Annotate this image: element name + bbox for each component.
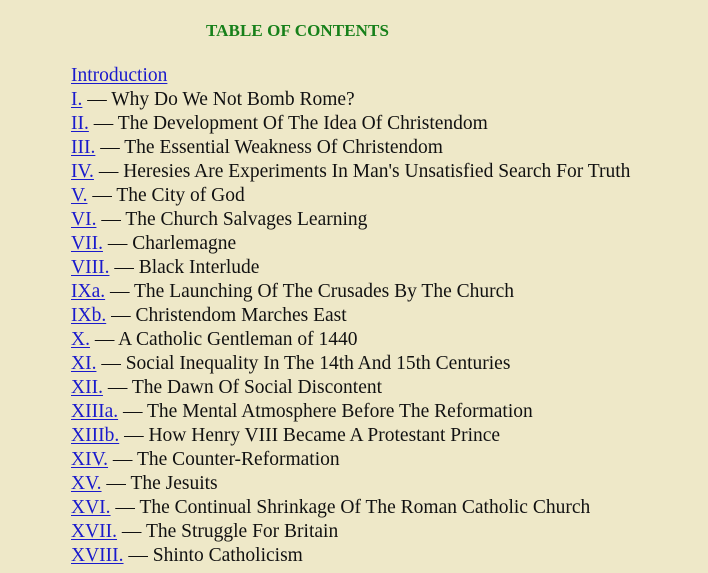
- em-dash-separator: —: [119, 425, 149, 446]
- chapter-link[interactable]: XII.: [71, 377, 103, 398]
- toc-entry: IXb. — Christendom Marches East: [71, 304, 630, 328]
- toc-entry: XI. — Social Inequality In The 14th And …: [71, 352, 630, 376]
- em-dash-separator: —: [102, 377, 132, 398]
- toc-entry: XIIIb. — How Henry VIII Became A Protest…: [71, 424, 630, 448]
- em-dash-separator: —: [110, 497, 140, 518]
- chapter-title: The Continual Shrinkage Of The Roman Cat…: [139, 497, 591, 518]
- chapter-title: Christendom Marches East: [135, 305, 347, 326]
- toc-entry: I. — Why Do We Not Bomb Rome?: [71, 88, 630, 112]
- toc-entry: XV. — The Jesuits: [71, 472, 630, 496]
- toc-title: TABLE OF CONTENTS: [205, 21, 390, 40]
- chapter-link[interactable]: II.: [71, 113, 89, 134]
- chapter-link[interactable]: XIIIb.: [71, 425, 119, 446]
- em-dash-separator: —: [82, 89, 112, 110]
- chapter-link[interactable]: XV.: [71, 473, 102, 494]
- chapter-link[interactable]: VIII.: [71, 257, 109, 278]
- toc-entry: Introduction: [71, 64, 630, 88]
- toc-entry: XIIIa. — The Mental Atmosphere Before Th…: [71, 400, 630, 424]
- chapter-title: The Jesuits: [130, 473, 218, 494]
- em-dash-separator: —: [108, 449, 137, 470]
- em-dash-separator: —: [105, 281, 135, 302]
- toc-entry: XVIII. — Shinto Catholicism: [71, 544, 630, 568]
- em-dash-separator: —: [102, 233, 133, 254]
- toc-entry: IXa. — The Launching Of The Crusades By …: [71, 280, 630, 304]
- chapter-title: The Church Salvages Learning: [125, 209, 368, 230]
- chapter-link[interactable]: IXa.: [71, 281, 105, 302]
- em-dash-separator: —: [123, 545, 153, 566]
- em-dash-separator: —: [95, 137, 125, 158]
- chapter-title: The Development Of The Idea Of Christend…: [117, 113, 488, 134]
- chapter-link[interactable]: V.: [71, 185, 87, 206]
- chapter-title: The City of God: [116, 185, 245, 206]
- page: TABLE OF CONTENTS Introduction I. — Why D…: [0, 0, 708, 573]
- chapter-link[interactable]: I.: [71, 89, 82, 110]
- toc-entry: XIV. — The Counter-Reformation: [71, 448, 630, 472]
- em-dash-separator: —: [88, 113, 118, 134]
- chapter-title: Social Inequality In The 14th And 15th C…: [125, 353, 511, 374]
- em-dash-separator: —: [109, 257, 139, 278]
- toc-entry: IV. — Heresies Are Experiments In Man's …: [71, 160, 630, 184]
- chapter-link[interactable]: VII.: [71, 233, 103, 254]
- chapter-title: The Essential Weakness Of Christendom: [124, 137, 443, 158]
- toc-list: Introduction I. — Why Do We Not Bomb Rome…: [71, 64, 630, 568]
- toc-entry: III. — The Essential Weakness Of Christe…: [71, 136, 630, 160]
- em-dash-separator: —: [106, 305, 136, 326]
- toc-entry: XII. — The Dawn Of Social Discontent: [71, 376, 630, 400]
- em-dash-separator: —: [117, 521, 146, 542]
- em-dash-separator: —: [96, 353, 126, 374]
- toc-entry: VI. — The Church Salvages Learning: [71, 208, 630, 232]
- chapter-title: Heresies Are Experiments In Man's Unsati…: [123, 161, 631, 182]
- em-dash-separator: —: [118, 401, 147, 422]
- toc-entry: II. — The Development Of The Idea Of Chr…: [71, 112, 630, 136]
- chapter-link[interactable]: XI.: [71, 353, 96, 374]
- em-dash-separator: —: [96, 209, 126, 230]
- chapter-link[interactable]: IV.: [71, 161, 94, 182]
- chapter-link[interactable]: XVII.: [71, 521, 117, 542]
- em-dash-separator: —: [87, 185, 117, 206]
- chapter-link[interactable]: XIV.: [71, 449, 108, 470]
- em-dash-separator: —: [93, 161, 124, 182]
- chapter-title: The Struggle For Britain: [145, 521, 339, 542]
- chapter-title: A Catholic Gentleman of 1440: [118, 329, 358, 350]
- chapter-link[interactable]: IXb.: [71, 305, 106, 326]
- chapter-title: The Mental Atmosphere Before The Reforma…: [147, 401, 533, 422]
- chapter-link[interactable]: XVI.: [71, 497, 111, 518]
- chapter-link[interactable]: Introduction: [71, 65, 167, 86]
- toc-entry: VIII. — Black Interlude: [71, 256, 630, 280]
- chapter-title: The Counter-Reformation: [136, 449, 340, 470]
- chapter-title: Charlemagne: [132, 233, 237, 254]
- toc-entry: XVII. — The Struggle For Britain: [71, 520, 630, 544]
- chapter-link[interactable]: XVIII.: [71, 545, 124, 566]
- toc-entry: V. — The City of God: [71, 184, 630, 208]
- chapter-title: Black Interlude: [138, 257, 260, 278]
- em-dash-separator: —: [89, 329, 119, 350]
- chapter-link[interactable]: III.: [71, 137, 95, 158]
- chapter-title: Why Do We Not Bomb Rome?: [111, 89, 355, 110]
- em-dash-separator: —: [101, 473, 131, 494]
- toc-entry: X. — A Catholic Gentleman of 1440: [71, 328, 630, 352]
- chapter-link[interactable]: VI.: [71, 209, 96, 230]
- toc-entry: VII. — Charlemagne: [71, 232, 630, 256]
- chapter-title: The Dawn Of Social Discontent: [131, 377, 383, 398]
- chapter-link[interactable]: XIIIa.: [71, 401, 118, 422]
- toc-entry: XVI. — The Continual Shrinkage Of The Ro…: [71, 496, 630, 520]
- chapter-title: Shinto Catholicism: [152, 545, 303, 566]
- chapter-link[interactable]: X.: [71, 329, 90, 350]
- chapter-title: The Launching Of The Crusades By The Chu…: [134, 281, 514, 302]
- chapter-title: How Henry VIII Became A Protestant Princ…: [148, 425, 501, 446]
